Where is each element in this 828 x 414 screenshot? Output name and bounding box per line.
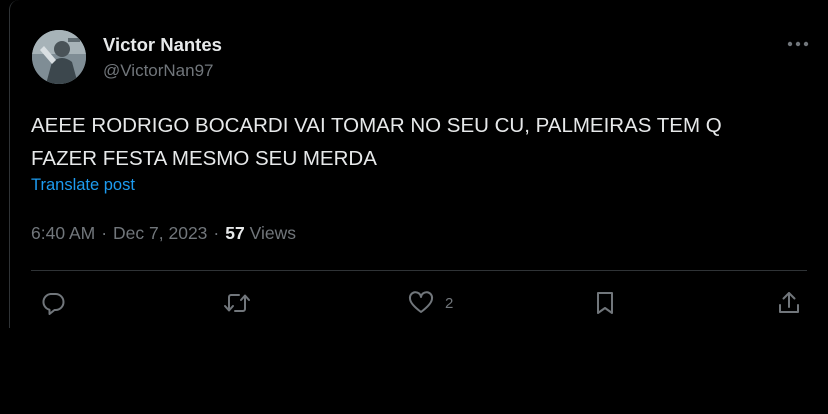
- separator: ·: [101, 223, 108, 243]
- author-display-name[interactable]: Victor Nantes: [103, 34, 222, 56]
- post-card: Victor Nantes @VictorNan97 AEEE RODRIGO …: [9, 0, 828, 328]
- like-count: 2: [445, 294, 454, 312]
- avatar[interactable]: [32, 30, 86, 84]
- bookmark-icon: [597, 292, 613, 314]
- post-time[interactable]: 6:40 AM: [31, 223, 95, 243]
- post-metadata: 6:40 AM · Dec 7, 2023 · 57 Views: [31, 223, 296, 244]
- share-button[interactable]: [776, 288, 802, 318]
- repost-button[interactable]: [222, 288, 252, 318]
- heart-icon: [408, 291, 434, 313]
- like-button[interactable]: 2: [407, 288, 453, 318]
- more-options-button[interactable]: [784, 32, 812, 56]
- views-count: 57: [225, 223, 245, 243]
- repost-icon: [224, 294, 250, 312]
- post-text-line: FAZER FESTA MESMO SEU MERDA: [31, 147, 377, 170]
- bookmark-button[interactable]: [593, 288, 617, 318]
- post-text-line: AEEE RODRIGO BOCARDI VAI TOMAR NO SEU CU…: [31, 114, 722, 137]
- share-icon: [779, 292, 799, 313]
- views-label: Views: [249, 223, 296, 243]
- translate-post-link[interactable]: Translate post: [31, 176, 135, 195]
- empty-area: [0, 328, 828, 414]
- post-text: AEEE RODRIGO BOCARDI VAI TOMAR NO SEU CU…: [31, 109, 801, 175]
- separator: ·: [213, 223, 220, 243]
- reply-button[interactable]: [40, 288, 66, 318]
- reply-icon: [42, 293, 65, 315]
- author-handle[interactable]: @VictorNan97: [103, 61, 214, 81]
- divider: [31, 270, 807, 271]
- post-date[interactable]: Dec 7, 2023: [113, 223, 207, 243]
- more-horizontal-icon: [787, 41, 809, 47]
- avatar-image: [32, 30, 86, 84]
